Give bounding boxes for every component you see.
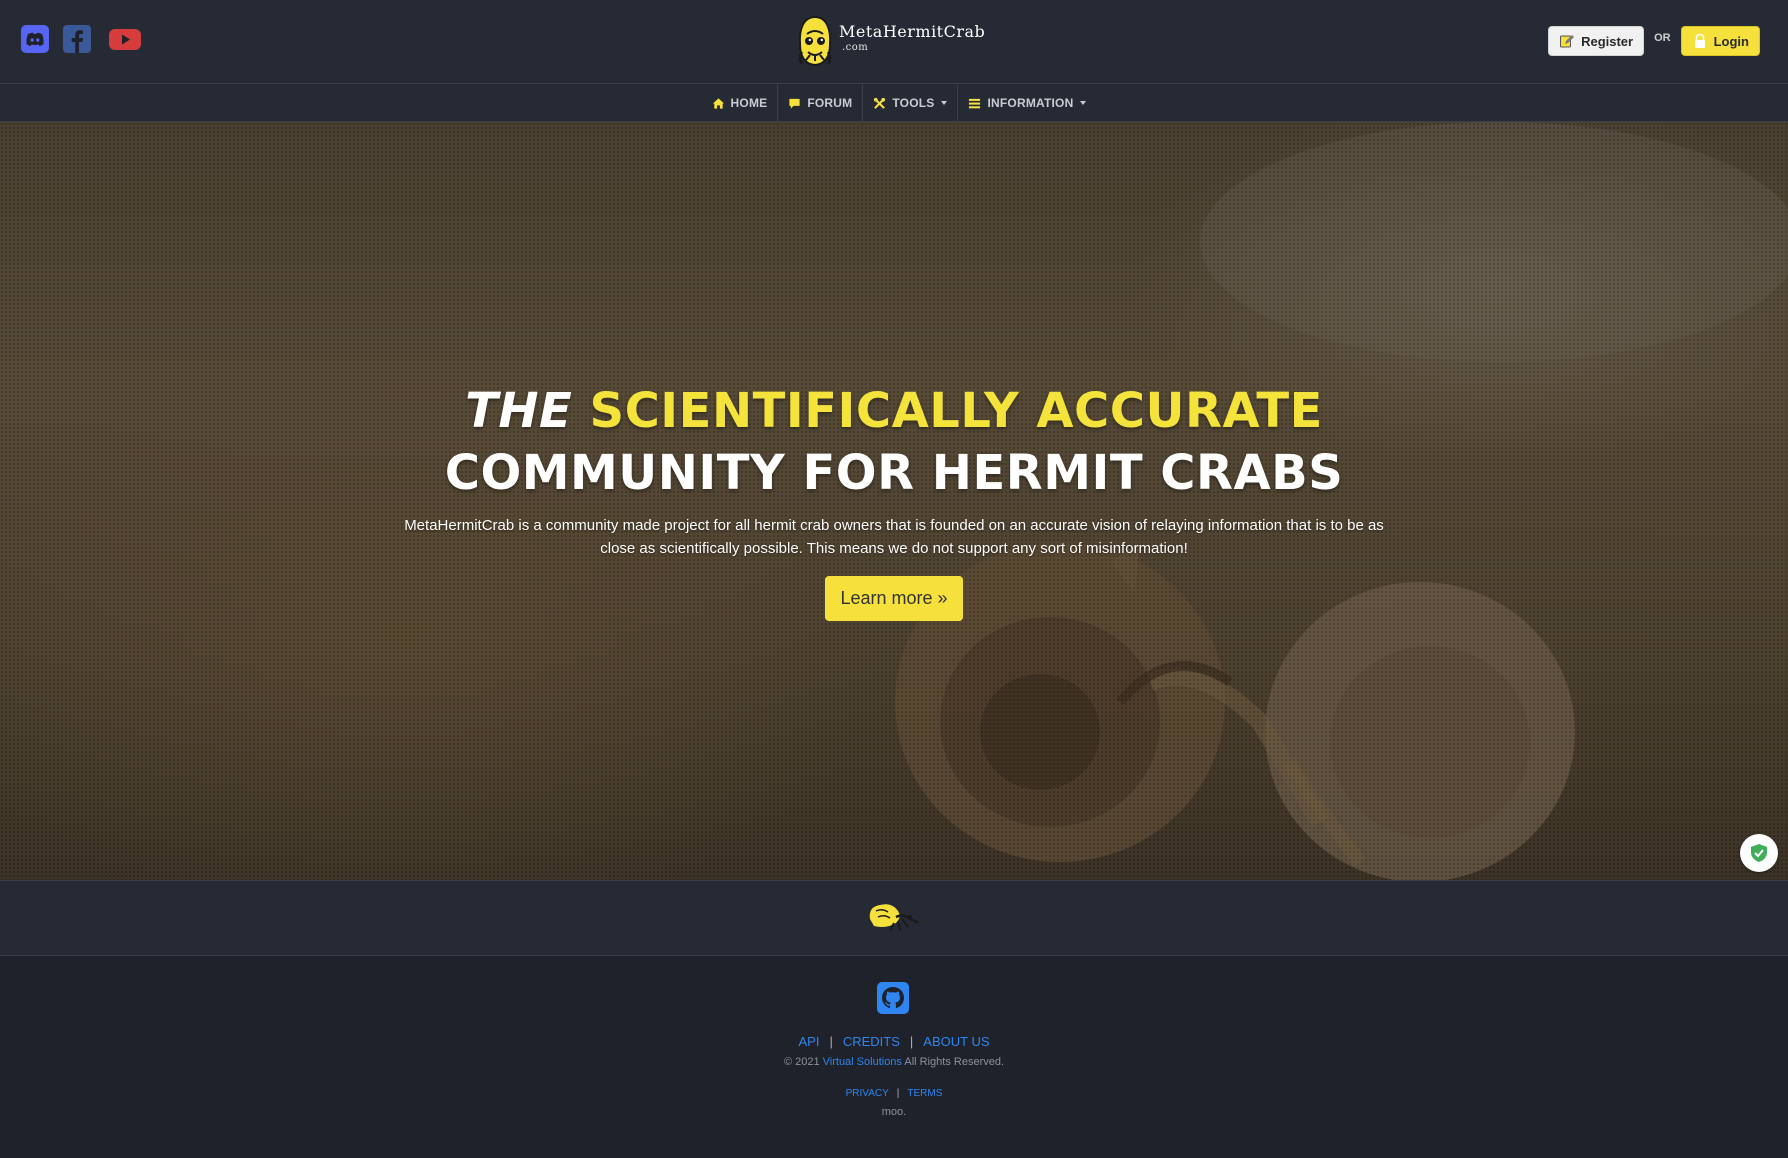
- learn-more-button[interactable]: Learn more »: [825, 576, 963, 621]
- list-icon: [969, 98, 981, 108]
- footer-links: API | CREDITS | ABOUT US: [0, 1034, 1788, 1049]
- chevron-down-icon: [1080, 101, 1087, 105]
- comment-icon: [789, 98, 800, 109]
- footer-separator: |: [829, 1034, 833, 1049]
- login-button[interactable]: Login: [1680, 26, 1760, 56]
- nav-home[interactable]: HOME: [702, 84, 779, 122]
- hero-description: MetaHermitCrab is a community made proje…: [404, 517, 1384, 557]
- main-nav: HOME FORUM TOOLS INFORMATION: [0, 84, 1788, 122]
- footer-link-privacy[interactable]: PRIVACY: [846, 1088, 889, 1099]
- nav-information-dropdown[interactable]: INFORMATION: [958, 84, 1096, 122]
- mascot-divider: [0, 880, 1788, 956]
- nav-forum-label: FORUM: [807, 96, 853, 110]
- nav-tools-dropdown[interactable]: TOOLS: [863, 84, 959, 122]
- hero-banner: THE SCIENTIFICALLY ACCURATE COMMUNITY FO…: [0, 122, 1788, 880]
- footer-tagline: moo.: [881, 1106, 907, 1118]
- github-icon[interactable]: [877, 982, 909, 1014]
- social-links: [20, 24, 142, 54]
- legal-separator: |: [896, 1088, 900, 1099]
- tools-icon: [874, 97, 886, 109]
- top-header: MetaHermitCrab .com Register OR Login: [0, 0, 1788, 84]
- nav-tools-label: TOOLS: [892, 96, 935, 110]
- hermit-crab-mascot-icon: [869, 904, 919, 932]
- nav-information-label: INFORMATION: [987, 96, 1074, 110]
- hero-content: THE SCIENTIFICALLY ACCURATE COMMUNITY FO…: [0, 380, 1788, 621]
- chevron-down-icon: [941, 101, 948, 105]
- copyright-suffix: All Rights Reserved.: [904, 1056, 1005, 1068]
- auth-area: Register OR Login: [1548, 26, 1760, 56]
- discord-icon[interactable]: [20, 24, 50, 54]
- or-separator: OR: [1654, 32, 1671, 44]
- facebook-icon[interactable]: [62, 24, 92, 54]
- lock-icon: [1694, 33, 1705, 48]
- youtube-icon[interactable]: [108, 24, 142, 54]
- brand-tld: .com: [842, 42, 869, 53]
- copyright-company-link[interactable]: Virtual Solutions: [823, 1056, 902, 1068]
- edit-icon: [1560, 35, 1575, 48]
- footer-link-credits[interactable]: CREDITS: [843, 1034, 900, 1049]
- brand-wordmark: MetaHermitCrab .com: [839, 24, 985, 53]
- hero-title-highlight: SCIENTIFICALLY ACCURATE: [589, 383, 1323, 439]
- login-label: Login: [1713, 33, 1749, 49]
- footer-link-terms[interactable]: TERMS: [907, 1088, 942, 1099]
- site-footer: API | CREDITS | ABOUT US © 2021 Virtual Solu…: [0, 956, 1788, 1158]
- footer-link-api[interactable]: API: [798, 1034, 819, 1049]
- hero-title-the: THE: [465, 383, 573, 439]
- brand-logo-link[interactable]: MetaHermitCrab .com: [794, 14, 985, 68]
- legal-links: PRIVACY | TERMS: [0, 1088, 1788, 1099]
- shield-check-icon: [1751, 844, 1767, 862]
- copyright-prefix: © 2021: [783, 1056, 820, 1068]
- nav-forum[interactable]: FORUM: [778, 84, 864, 122]
- hermit-crab-logo-icon: [798, 15, 832, 67]
- hero-title: THE SCIENTIFICALLY ACCURATE COMMUNITY FO…: [0, 380, 1788, 504]
- register-button[interactable]: Register: [1548, 26, 1645, 56]
- footer-link-about-us[interactable]: ABOUT US: [923, 1034, 989, 1049]
- register-label: Register: [1581, 33, 1634, 49]
- security-shield-badge[interactable]: [1740, 834, 1778, 872]
- hero-title-line2: COMMUNITY FOR HERMIT CRABS: [444, 445, 1344, 501]
- footer-separator: |: [909, 1034, 914, 1049]
- nav-home-label: HOME: [730, 96, 768, 110]
- copyright: © 2021 Virtual Solutions All Rights Rese…: [0, 1056, 1788, 1068]
- home-icon: [712, 97, 724, 109]
- brand-name: MetaHermitCrab: [839, 22, 986, 41]
